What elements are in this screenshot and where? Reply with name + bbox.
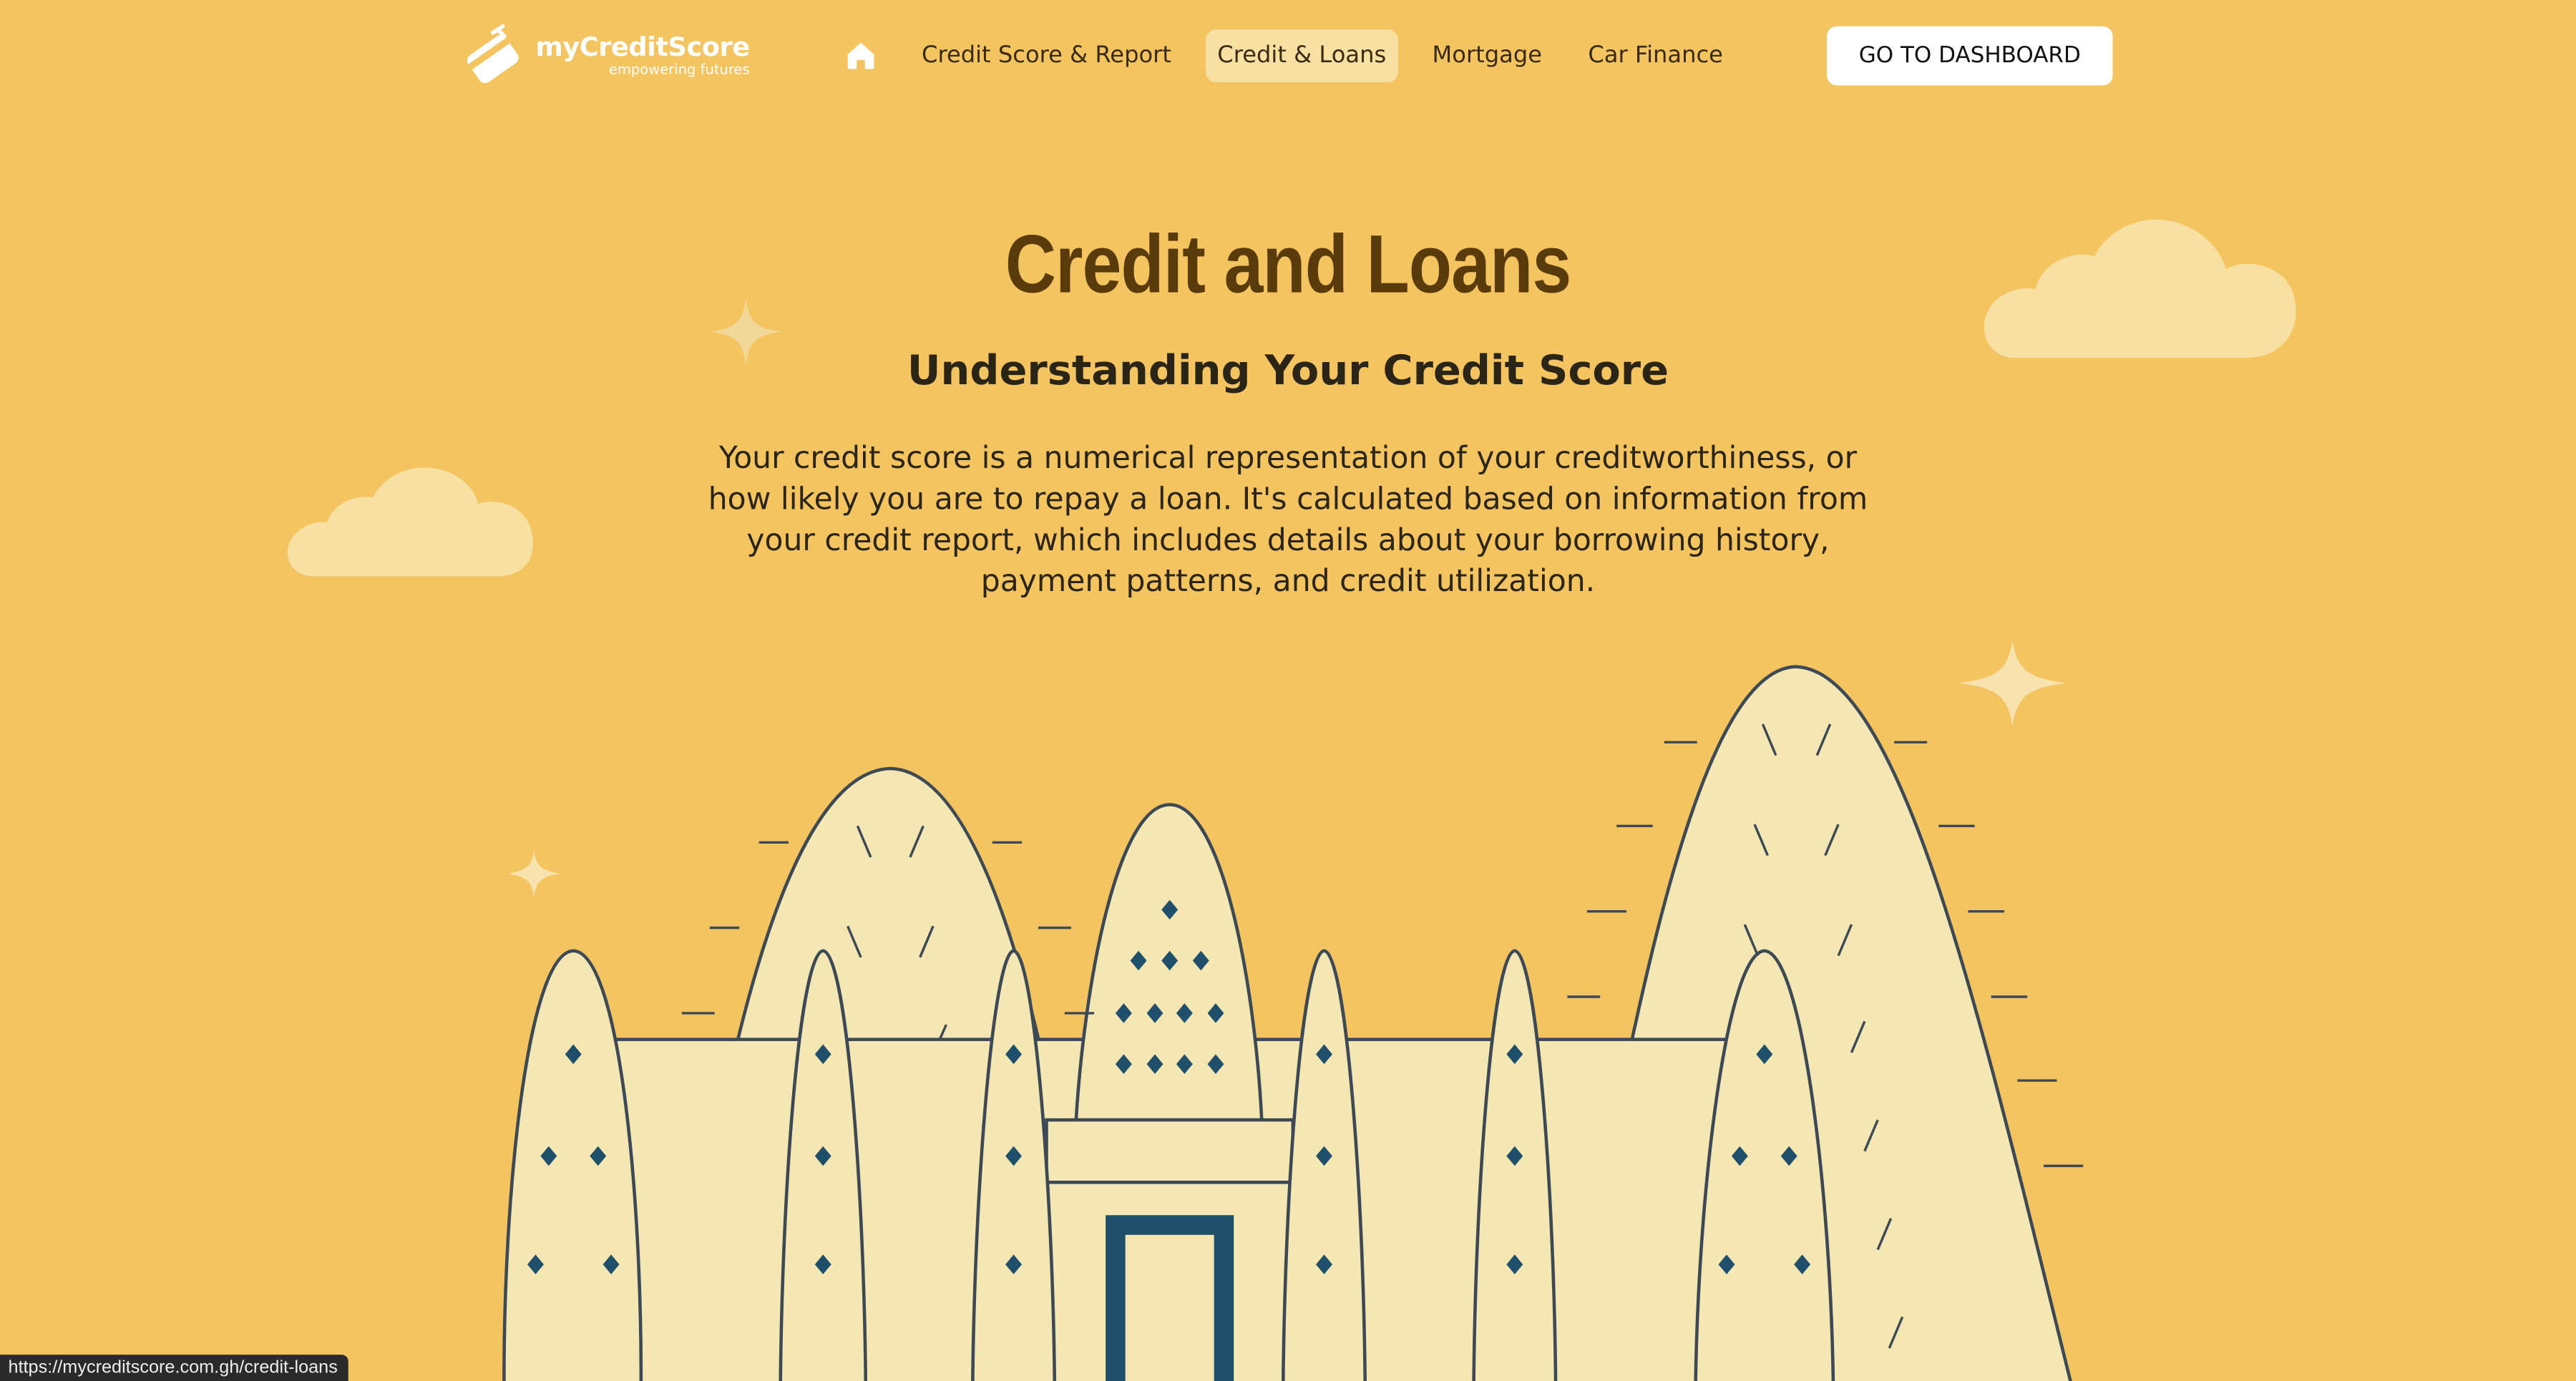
page-title: Credit and Loans <box>1005 218 1572 311</box>
status-bar-url: https://mycreditscore.com.gh/credit-loan… <box>0 1355 348 1381</box>
cloud-icon <box>287 467 533 577</box>
intro-paragraph: Your credit score is a numerical represe… <box>708 441 1868 600</box>
home-link[interactable] <box>838 28 884 84</box>
page: myCreditScore empowering futures Credit … <box>0 0 2576 1381</box>
main-nav: Credit Score & Report Credit & Loans Mor… <box>838 26 1757 86</box>
logo[interactable]: myCreditScore empowering futures <box>460 23 750 89</box>
home-icon <box>847 42 874 69</box>
go-to-dashboard-button[interactable]: GO TO DASHBOARD <box>1827 26 2113 86</box>
logo-name: myCreditScore <box>535 31 750 62</box>
nav-mortgage[interactable]: Mortgage <box>1420 29 1553 82</box>
logo-icon <box>467 24 519 84</box>
nav-car-finance[interactable]: Car Finance <box>1576 29 1735 82</box>
nav-credit-loans[interactable]: Credit & Loans <box>1206 29 1398 82</box>
page-subtitle: Understanding Your Credit Score <box>907 346 1669 394</box>
nav-credit-score-report[interactable]: Credit Score & Report <box>910 29 1183 82</box>
mosque-illustration <box>502 665 2084 1381</box>
logo-tagline: empowering futures <box>608 62 750 79</box>
